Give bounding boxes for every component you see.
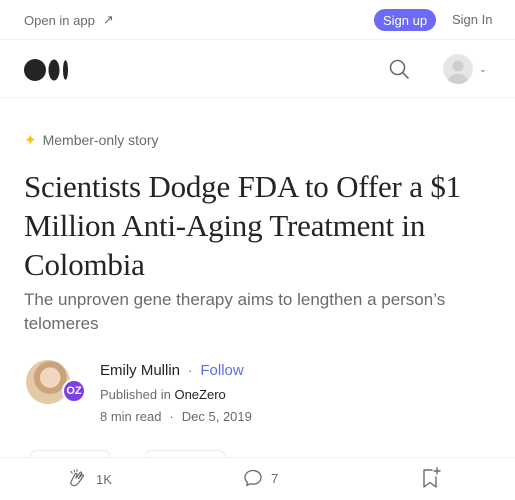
comment-button[interactable]: 7 bbox=[243, 468, 278, 488]
article-action-bar: 1K 7 bbox=[0, 457, 515, 500]
user-menu[interactable]: ⌄ bbox=[443, 54, 487, 84]
meta-line: 8 min read · Dec 5, 2019 bbox=[100, 409, 252, 424]
author-name[interactable]: Emily Mullin bbox=[100, 362, 180, 379]
open-in-app-link[interactable]: Open in app ↗ bbox=[24, 12, 114, 28]
top-app-banner: Open in app ↗ Sign up Sign In bbox=[0, 0, 515, 40]
clap-icon bbox=[70, 468, 85, 487]
external-arrow-icon: ↗ bbox=[102, 12, 114, 27]
medium-logo-icon[interactable] bbox=[24, 59, 70, 81]
comment-count: 7 bbox=[271, 470, 279, 486]
published-in-label: Published in bbox=[100, 387, 171, 402]
open-in-app-label: Open in app bbox=[24, 12, 95, 28]
article-title: Scientists Dodge FDA to Offer a $1 Milli… bbox=[24, 169, 461, 282]
publication-logo[interactable]: OZ bbox=[62, 379, 86, 403]
follow-button[interactable]: Follow bbox=[200, 362, 243, 379]
user-avatar-icon[interactable] bbox=[443, 54, 473, 84]
read-time: 8 min read bbox=[100, 409, 162, 424]
publication-line: Published in OneZero bbox=[100, 387, 226, 402]
separator-dot: · bbox=[188, 363, 193, 378]
star-icon: ✦ bbox=[24, 131, 37, 149]
search-icon[interactable] bbox=[388, 58, 410, 80]
member-only-badge: ✦ Member-only story bbox=[24, 132, 159, 148]
member-only-label: Member-only story bbox=[42, 132, 159, 148]
clap-button[interactable]: 1K bbox=[66, 468, 112, 490]
publication-name[interactable]: OneZero bbox=[174, 387, 225, 402]
author-line: Emily Mullin · Follow bbox=[100, 362, 244, 379]
clap-count: 1K bbox=[96, 471, 112, 487]
article-subtitle: The unproven gene therapy aims to length… bbox=[24, 290, 446, 333]
comment-icon bbox=[244, 469, 262, 487]
sign-up-button[interactable]: Sign up bbox=[374, 9, 436, 31]
separator-dot: · bbox=[169, 409, 174, 424]
site-header: ⌄ bbox=[0, 41, 515, 98]
sign-in-link[interactable]: Sign In bbox=[452, 12, 492, 27]
publish-date: Dec 5, 2019 bbox=[181, 409, 252, 424]
bookmark-add-icon[interactable] bbox=[420, 466, 442, 490]
chevron-down-icon[interactable]: ⌄ bbox=[479, 64, 487, 75]
